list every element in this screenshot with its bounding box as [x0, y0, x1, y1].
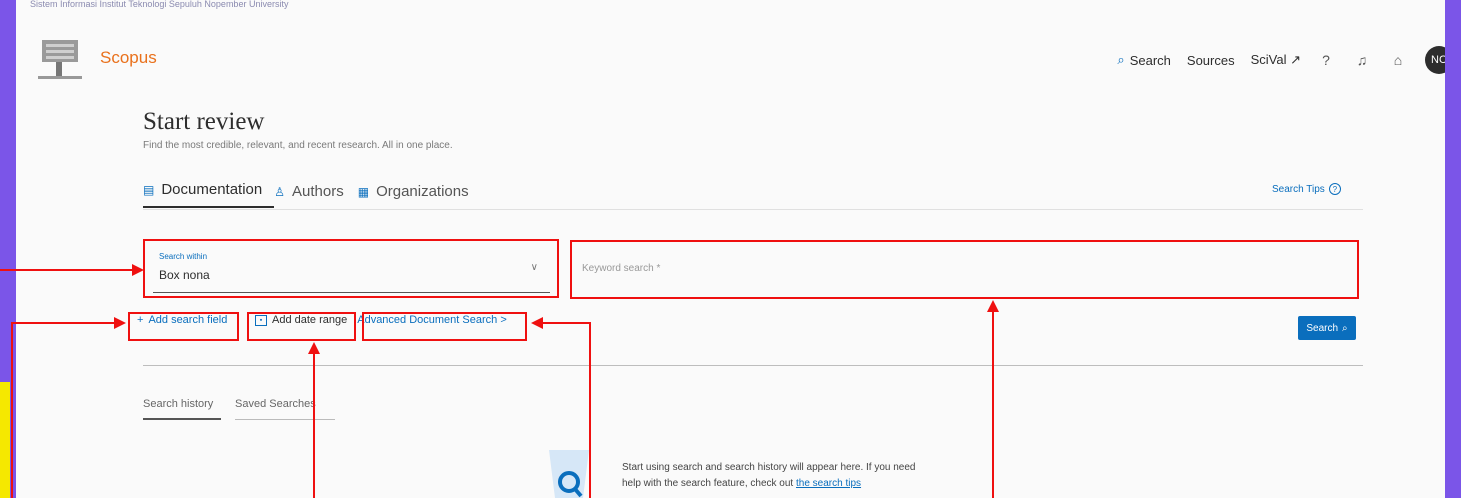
- page-subtitle: Find the most credible, relevant, and re…: [143, 140, 453, 151]
- search-icon: ⌕: [1117, 52, 1125, 67]
- tab-authors[interactable]: ♙ Authors: [274, 183, 357, 208]
- empty-text-help: help with the search feature, check out: [622, 478, 796, 489]
- advanced-search-link[interactable]: Advanced Document Search >: [357, 314, 507, 326]
- page-title: Start review: [143, 108, 265, 135]
- search-button[interactable]: Search ⌕: [1298, 316, 1356, 340]
- chevron-down-icon: ∨: [530, 262, 538, 273]
- top-navigation: ⌕ Search Sources SciVal ↗ ? ♫ ⌂ NC: [1117, 46, 1445, 74]
- search-tips-label: Search Tips: [1272, 183, 1325, 195]
- add-search-field-label: Add search field: [148, 314, 228, 326]
- keyword-search-input[interactable]: Keyword search *: [574, 247, 1354, 291]
- empty-text-line-2: help with the search feature, check out …: [622, 476, 982, 492]
- search-within-value: Box nona: [159, 268, 210, 282]
- add-search-field-button[interactable]: + Add search field: [131, 314, 243, 326]
- plus-icon: +: [137, 314, 144, 326]
- search-tips-inline-link[interactable]: the search tips: [796, 478, 861, 489]
- person-icon: ♙: [274, 184, 286, 199]
- tab-documentation[interactable]: ▤ Documentation: [143, 181, 275, 208]
- tab-search-history[interactable]: Search history: [143, 398, 221, 420]
- tab-documentation-label: Documentation: [161, 181, 263, 198]
- section-divider: [143, 365, 1363, 366]
- search-tips-link[interactable]: Search Tips ?: [1272, 183, 1341, 195]
- tab-organizations[interactable]: ▦ Organizations: [358, 183, 483, 208]
- select-underline: [153, 292, 550, 293]
- add-date-range-label: Add date range: [272, 314, 348, 326]
- add-date-range-button[interactable]: ▪ Add date range: [255, 314, 347, 326]
- scopus-brand[interactable]: Scopus: [100, 48, 157, 68]
- elsevier-logo: [38, 40, 82, 79]
- empty-history-message: Start using search and search history wi…: [622, 460, 982, 492]
- institution-line: Sistem Informasi Institut Teknologi Sepu…: [30, 0, 289, 9]
- yellow-annotation-bar: [0, 382, 10, 498]
- document-icon: ▤: [143, 182, 155, 197]
- search-button-label: Search: [1306, 322, 1339, 334]
- nav-search-label: Search: [1129, 52, 1171, 68]
- calendar-icon: ▪: [255, 314, 267, 326]
- nav-sources[interactable]: Sources: [1187, 53, 1235, 68]
- institution-icon[interactable]: ⌂: [1389, 51, 1407, 69]
- bell-icon[interactable]: ♫: [1353, 51, 1371, 69]
- building-icon: ▦: [357, 184, 370, 199]
- scopus-window: Sistem Informasi Institut Teknologi Sepu…: [16, 0, 1445, 498]
- tab-saved-searches[interactable]: Saved Searches: [235, 398, 335, 420]
- user-avatar[interactable]: NC: [1425, 46, 1445, 74]
- tab-authors-label: Authors: [292, 183, 344, 200]
- keyword-placeholder: Keyword search *: [582, 263, 661, 274]
- help-icon[interactable]: ?: [1317, 51, 1335, 69]
- search-type-tabs: ▤ Documentation ♙ Authors ▦ Organization…: [143, 178, 483, 208]
- history-tabs: Search history Saved Searches: [143, 398, 351, 420]
- nav-scival[interactable]: SciVal ↗: [1251, 52, 1301, 68]
- search-actions: + Add search field ▪ Add date range Adva…: [131, 314, 507, 326]
- search-within-label: Search within: [159, 252, 208, 261]
- empty-text-line-1: Start using search and search history wi…: [622, 462, 916, 473]
- nav-search[interactable]: ⌕ Search: [1117, 52, 1170, 68]
- search-within-select[interactable]: Search within Box nona ∨: [153, 246, 550, 293]
- tab-organizations-label: Organizations: [376, 183, 469, 200]
- tabs-divider: [143, 209, 1363, 210]
- search-icon: ⌕: [1342, 322, 1348, 334]
- help-circle-icon: ?: [1328, 183, 1341, 195]
- magnifier-illustration-icon: [549, 450, 589, 498]
